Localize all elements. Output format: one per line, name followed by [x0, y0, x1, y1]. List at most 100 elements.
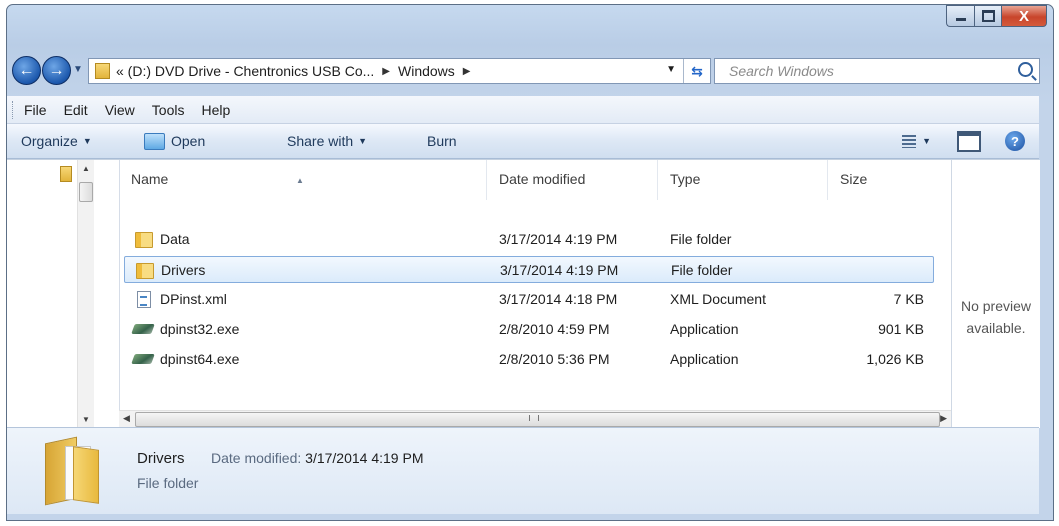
file-row-selected[interactable]: Drivers 3/17/2014 4:19 PM File folder — [124, 256, 934, 283]
file-date: 3/17/2014 4:19 PM — [500, 262, 619, 278]
file-date: 3/17/2014 4:19 PM — [499, 231, 618, 247]
refresh-icon: ⇆ — [691, 62, 703, 79]
column-header-type[interactable]: Type — [658, 160, 828, 200]
close-button[interactable]: X — [1001, 5, 1047, 27]
menu-tools[interactable]: Tools — [152, 102, 185, 118]
search-box[interactable]: Search Windows — [714, 58, 1040, 84]
details-name: Drivers — [137, 450, 185, 467]
file-name: Drivers — [161, 262, 206, 278]
large-folder-icon — [45, 436, 99, 506]
chevron-down-icon: ▼ — [358, 136, 368, 146]
refresh-button[interactable]: ⇆ — [683, 59, 710, 83]
command-bar: Organize ▼ Open Share with ▼ Burn ▼ ? — [7, 124, 1039, 159]
file-type: File folder — [671, 262, 733, 278]
address-bar[interactable]: « (D:) DVD Drive - Chentronics USB Co...… — [88, 58, 711, 84]
column-header-name[interactable]: Name ▲ — [119, 160, 487, 200]
forward-arrow-icon: → — [48, 61, 65, 79]
share-with-button[interactable]: Share with ▼ — [287, 133, 367, 149]
scroll-right-icon[interactable]: ▶ — [940, 413, 947, 424]
open-button[interactable]: Open — [144, 132, 206, 150]
column-header-size-label: Size — [840, 171, 868, 187]
file-type: Application — [670, 351, 739, 367]
title-bar[interactable]: X — [7, 5, 1053, 53]
file-row[interactable]: Data 3/17/2014 4:19 PM File folder — [124, 226, 934, 253]
details-modified-value: 3/17/2014 4:19 PM — [305, 450, 424, 466]
folder-icon — [135, 232, 153, 248]
address-dropdown-icon[interactable]: ▼ — [666, 64, 676, 75]
organize-button[interactable]: Organize ▼ — [21, 133, 92, 149]
menu-bar: File Edit View Tools Help — [7, 96, 1039, 124]
breadcrumb-drive[interactable]: « (D:) DVD Drive - Chentronics USB Co... — [116, 63, 374, 79]
file-size: 7 KB — [893, 291, 924, 307]
burn-label: Burn — [427, 133, 457, 149]
file-type: XML Document — [670, 291, 766, 307]
column-header-type-label: Type — [670, 171, 701, 187]
search-icon[interactable] — [1018, 62, 1033, 77]
application-icon — [131, 324, 155, 334]
back-button[interactable]: ← — [12, 56, 41, 85]
navigation-row: ← → ▼ « (D:) DVD Drive - Chentronics USB… — [12, 56, 1040, 86]
file-list: Name ▲ Date modified Type Size Data 3/17… — [119, 160, 951, 428]
column-header-date[interactable]: Date modified — [487, 160, 658, 200]
file-type: File folder — [670, 231, 732, 247]
file-row[interactable]: DPinst.xml 3/17/2014 4:18 PM XML Documen… — [124, 286, 934, 313]
breadcrumb-windows[interactable]: Windows — [398, 63, 455, 79]
details-modified: Date modified: 3/17/2014 4:19 PM — [211, 450, 423, 466]
file-date: 2/8/2010 4:59 PM — [499, 321, 610, 337]
details-modified-label: Date modified: — [211, 450, 302, 466]
file-row[interactable]: dpinst64.exe 2/8/2010 5:36 PM Applicatio… — [124, 346, 934, 373]
folder-icon[interactable] — [60, 166, 72, 182]
breadcrumb-separator-icon[interactable]: ▶ — [463, 66, 471, 77]
organize-label: Organize — [21, 133, 78, 149]
recent-pages-dropdown[interactable]: ▼ — [73, 64, 83, 75]
column-header-size[interactable]: Size — [828, 160, 951, 200]
open-label: Open — [171, 133, 206, 149]
preview-message: No preview available. — [952, 295, 1040, 339]
burn-button[interactable]: Burn — [427, 133, 457, 149]
scroll-left-icon[interactable]: ◀ — [123, 413, 130, 424]
folder-icon — [136, 263, 154, 279]
menu-edit[interactable]: Edit — [64, 102, 88, 118]
navigation-pane: ▲ ▼ — [7, 160, 120, 428]
breadcrumb-separator-icon[interactable]: ▶ — [382, 66, 390, 77]
file-name: Data — [160, 231, 190, 247]
minimize-button[interactable] — [946, 5, 974, 27]
content-area: ▲ ▼ Name ▲ Date modified Type Size Data — [7, 159, 1040, 428]
file-row[interactable]: dpinst32.exe 2/8/2010 4:59 PM Applicatio… — [124, 316, 934, 343]
file-name: dpinst64.exe — [160, 351, 240, 367]
minimize-icon — [955, 18, 966, 21]
scroll-thumb[interactable] — [79, 182, 93, 202]
column-header-name-label: Name — [131, 171, 169, 187]
horizontal-scrollbar[interactable]: ◀ ▶ — [119, 410, 951, 428]
scroll-down-icon[interactable]: ▼ — [82, 415, 90, 424]
maximize-icon — [981, 10, 995, 22]
change-view-button[interactable]: ▼ — [902, 134, 931, 148]
maximize-button[interactable] — [974, 5, 1001, 27]
details-type: File folder — [137, 475, 199, 491]
search-placeholder: Search Windows — [729, 63, 834, 79]
preview-pane-icon[interactable] — [957, 130, 981, 152]
menu-view[interactable]: View — [105, 102, 135, 118]
xml-file-icon — [137, 291, 151, 308]
preview-line-2: available. — [966, 320, 1026, 336]
navigation-pane-scrollbar[interactable]: ▲ ▼ — [77, 160, 94, 428]
share-with-label: Share with — [287, 133, 354, 149]
file-size: 901 KB — [878, 321, 924, 337]
view-controls: ▼ ? — [902, 124, 1039, 158]
file-type: Application — [670, 321, 739, 337]
folder-icon — [95, 63, 110, 79]
menu-file[interactable]: File — [24, 102, 47, 118]
scroll-up-icon[interactable]: ▲ — [82, 164, 90, 173]
details-pane: Drivers Date modified: 3/17/2014 4:19 PM… — [7, 427, 1039, 514]
back-arrow-icon: ← — [18, 61, 35, 79]
forward-button[interactable]: → — [42, 56, 71, 85]
file-name: dpinst32.exe — [160, 321, 240, 337]
view-list-icon — [902, 134, 917, 148]
help-icon[interactable]: ? — [1005, 131, 1025, 151]
file-date: 2/8/2010 5:36 PM — [499, 351, 610, 367]
open-icon — [144, 132, 165, 150]
column-headers: Name ▲ Date modified Type Size — [119, 160, 951, 200]
sort-ascending-icon: ▲ — [296, 176, 304, 185]
menu-help[interactable]: Help — [201, 102, 230, 118]
file-name: DPinst.xml — [160, 291, 227, 307]
